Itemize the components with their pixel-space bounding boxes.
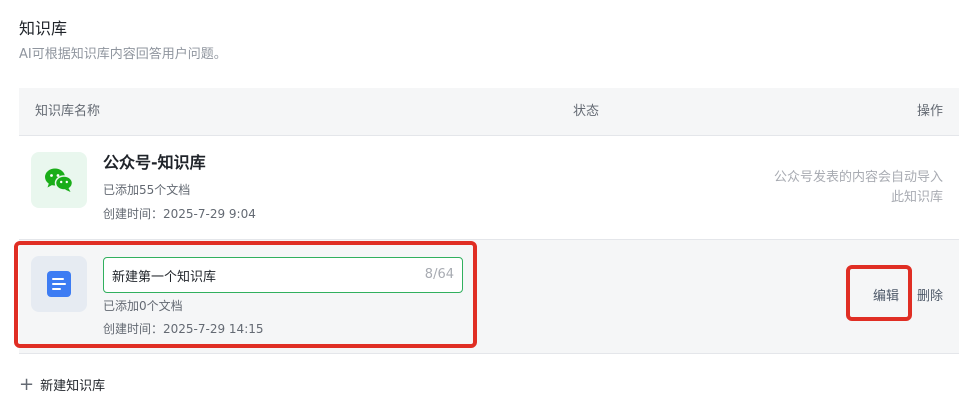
page-title: 知识库 bbox=[19, 19, 68, 38]
page-subtitle: AI可根据知识库内容回答用户问题。 bbox=[19, 47, 227, 62]
kb-created-time: 创建时间：2025-7-29 14:15 bbox=[103, 322, 264, 336]
delete-button[interactable]: 删除 bbox=[917, 288, 943, 306]
kb-doc-count: 已添加55个文档 bbox=[103, 183, 191, 197]
knowledge-base-table: 知识库名称 状态 操作 公众号-知识库 已添加55个文档 创建时间：2025-7… bbox=[19, 88, 959, 354]
table-row: 公众号-知识库 已添加55个文档 创建时间：2025-7-29 9:04 公众号… bbox=[19, 136, 959, 240]
document-icon bbox=[31, 256, 87, 312]
kb-title: 公众号-知识库 bbox=[103, 153, 206, 172]
kb-created-time: 创建时间：2025-7-29 9:04 bbox=[103, 207, 256, 221]
new-kb-button[interactable]: + 新建知识库 bbox=[19, 375, 105, 394]
column-header-name: 知识库名称 bbox=[35, 104, 101, 119]
plus-icon: + bbox=[19, 373, 35, 395]
kb-status-note: 公众号发表的内容会自动导入 此知识库 bbox=[743, 168, 943, 208]
wechat-icon bbox=[31, 152, 87, 208]
table-row: 8/64 已添加0个文档 创建时间：2025-7-29 14:15 编辑 删除 bbox=[19, 240, 959, 354]
kb-name-field: 8/64 bbox=[103, 257, 463, 293]
column-header-action: 操作 bbox=[916, 104, 943, 119]
column-header-status: 状态 bbox=[573, 104, 600, 119]
new-kb-label: 新建知识库 bbox=[40, 379, 106, 394]
page-header: 知识库 AI可根据知识库内容回答用户问题。 bbox=[19, 18, 227, 64]
kb-status-note-line1: 公众号发表的内容会自动导入 bbox=[773, 170, 943, 185]
edit-button[interactable]: 编辑 bbox=[873, 288, 899, 306]
table-header: 知识库名称 状态 操作 bbox=[19, 88, 959, 136]
kb-status-note-line2: 此知识库 bbox=[890, 190, 943, 205]
kb-doc-count: 已添加0个文档 bbox=[103, 299, 183, 313]
kb-name-input[interactable] bbox=[104, 258, 404, 292]
char-count: 8/64 bbox=[424, 267, 454, 282]
